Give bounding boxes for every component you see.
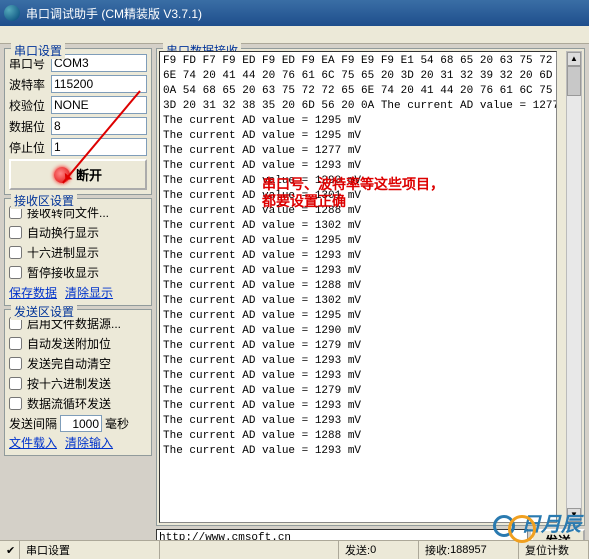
loop-send-check[interactable] [9,397,22,410]
app-icon [4,5,20,21]
rx-area: 串口数据接收 F9 FD F7 F9 ED F9 ED F9 EA F9 E9 … [156,48,585,526]
logo-rings-icon [493,515,515,537]
statusbar: ✔ 串口设置 发送:0 接收:188957 复位计数 [0,540,589,559]
port-settings: 串口设置 串口号COM3 波特率115200 校验位NONE 数据位8 停止位1… [4,48,152,195]
clear-display-link[interactable]: 清除显示 [65,284,113,301]
auto-append-check[interactable] [9,337,22,350]
tx-settings: 发送区设置 启用文件数据源... 自动发送附加位 发送完自动清空 按十六进制发送… [4,309,152,456]
window-title: 串口调试助手 (CM精装版 V3.7.1) [26,5,202,22]
watermark-logo: 日月辰 [493,508,581,537]
titlebar: 串口调试助手 (CM精装版 V3.7.1) [0,0,589,26]
com-select[interactable]: COM3 [51,54,147,72]
rx-textarea[interactable]: F9 FD F7 F9 ED F9 ED F9 EA F9 E9 F9 E1 5… [159,51,557,523]
save-data-link[interactable]: 保存数据 [9,284,57,301]
scrollbar[interactable]: ▲ ▼ [566,51,582,523]
baud-select[interactable]: 115200 [51,75,147,93]
hex-send-check[interactable] [9,377,22,390]
menubar[interactable] [0,26,589,44]
rx-settings: 接收区设置 接收转向文件... 自动换行显示 十六进制显示 暂停接收显示 保存数… [4,198,152,306]
status-icon: ✔ [6,544,15,557]
hex-display-check[interactable] [9,246,22,259]
clear-input-link[interactable]: 清除输入 [65,434,113,451]
interval-input[interactable] [60,415,102,432]
auto-wrap-check[interactable] [9,226,22,239]
auto-clear-check[interactable] [9,357,22,370]
scroll-thumb[interactable] [567,66,581,96]
databits-select[interactable]: 8 [51,117,147,135]
file-load-link[interactable]: 文件载入 [9,434,57,451]
pause-rx-check[interactable] [9,266,22,279]
scroll-up-icon[interactable]: ▲ [567,52,581,66]
